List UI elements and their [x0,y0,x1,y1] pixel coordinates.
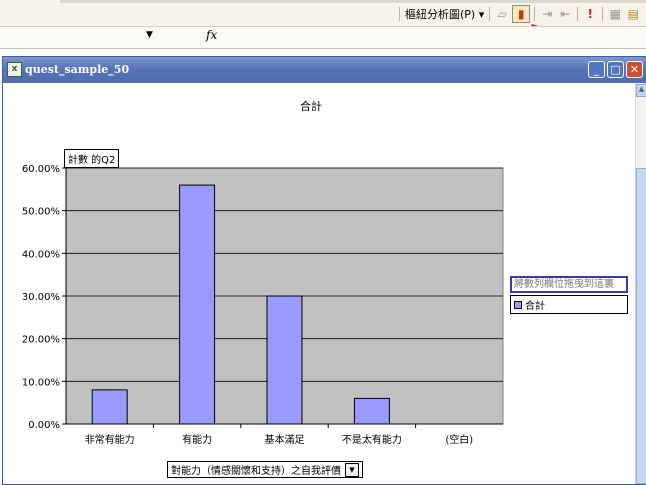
legend-entry: 合計 [525,301,545,312]
bar [266,295,303,425]
bar [91,389,128,425]
x-tick-label: 非常有能力 [85,433,135,446]
category-field-label: 對能力（情感關懷和支持）之自我評價 [171,466,341,477]
pivot-chart[interactable]: 0.00% 10.00% 20.00% 30.00% 40.00% 50.00% 60.00… [0,0,646,483]
y-tick-label: 0.00% [28,420,60,431]
y-tick-label: 50.00% [22,207,60,218]
x-tick-label: 有能力 [182,433,212,446]
category-dropdown-icon[interactable]: ▼ [345,462,359,477]
x-tick-label: 不是太有能力 [342,433,402,446]
chart-legend[interactable]: 合計 [510,295,628,314]
chart-title[interactable]: 合計 [300,98,322,114]
y-tick-label: 30.00% [22,292,60,303]
series-drop-zone[interactable]: 將數列欄位拖曳到這裏 [510,276,628,293]
category-field-button[interactable]: 對能力（情感關懷和支持）之自我評價 ▼ [167,461,363,478]
x-tick-label: (空白) [445,433,473,446]
bar [353,397,390,425]
y-tick-label: 60.00% [22,164,60,175]
data-field-button[interactable]: 計數 的Q2 [64,149,120,168]
legend-swatch [514,300,522,309]
y-tick-label: 40.00% [22,249,60,260]
x-tick-label: 基本滿足 [265,433,305,446]
y-tick-label: 20.00% [22,335,60,346]
bar [179,184,216,425]
y-tick-label: 10.00% [22,377,60,388]
